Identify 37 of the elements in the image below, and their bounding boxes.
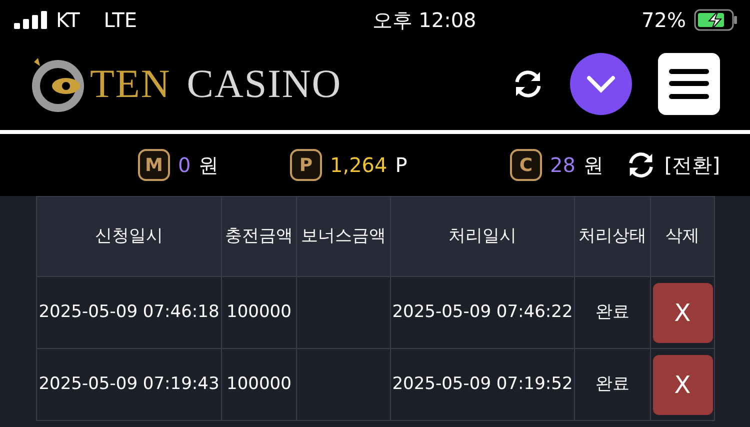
column-header: 처리상태 xyxy=(574,196,650,276)
menu-icon xyxy=(669,69,709,99)
delete-button[interactable]: X xyxy=(652,282,712,342)
table-cell: 100000 xyxy=(222,348,296,420)
chevron-down-icon xyxy=(586,75,616,93)
currency-unit: 원 xyxy=(198,152,219,179)
signal-icon xyxy=(14,11,48,29)
menu-button[interactable] xyxy=(658,53,720,115)
balance-amount: 28 xyxy=(550,152,576,179)
table-cell: 완료 xyxy=(574,276,650,348)
clock: 오후 12:08 xyxy=(372,7,476,34)
logo-text: TEN xyxy=(90,60,171,108)
battery-percent: 72% xyxy=(642,7,686,34)
logo-text: CASINO xyxy=(186,60,342,108)
column-header: 신청일시 xyxy=(36,196,222,276)
battery-icon xyxy=(694,9,738,31)
table-cell: 2025-05-09 07:46:18 xyxy=(36,276,222,348)
currency-unit: 원 xyxy=(583,152,604,179)
coin-badge-icon: P xyxy=(290,149,322,181)
table-cell: 2025-05-09 07:19:43 xyxy=(36,348,222,420)
switch-link[interactable]: [전환] xyxy=(664,150,720,180)
network-type: LTE xyxy=(104,7,138,34)
table-cell: 2025-05-09 07:19:52 xyxy=(390,348,574,420)
balance-amount: 1,264 xyxy=(330,152,388,179)
balance-amount: 0 xyxy=(178,152,191,179)
column-header: 충전금액 xyxy=(222,196,296,276)
currency-unit: P xyxy=(395,152,408,179)
column-header: 처리일시 xyxy=(390,196,574,276)
coin-badge-icon: C xyxy=(510,149,542,181)
column-header: 보너스금액 xyxy=(296,196,390,276)
coin-badge-icon: M xyxy=(138,149,170,181)
table-cell: 완료 xyxy=(574,348,650,420)
table-cell: 2025-05-09 07:46:22 xyxy=(390,276,574,348)
delete-button[interactable]: X xyxy=(652,354,712,414)
table-cell: 100000 xyxy=(222,276,296,348)
carrier: KT xyxy=(56,7,80,34)
column-header: 삭제 xyxy=(650,196,714,276)
